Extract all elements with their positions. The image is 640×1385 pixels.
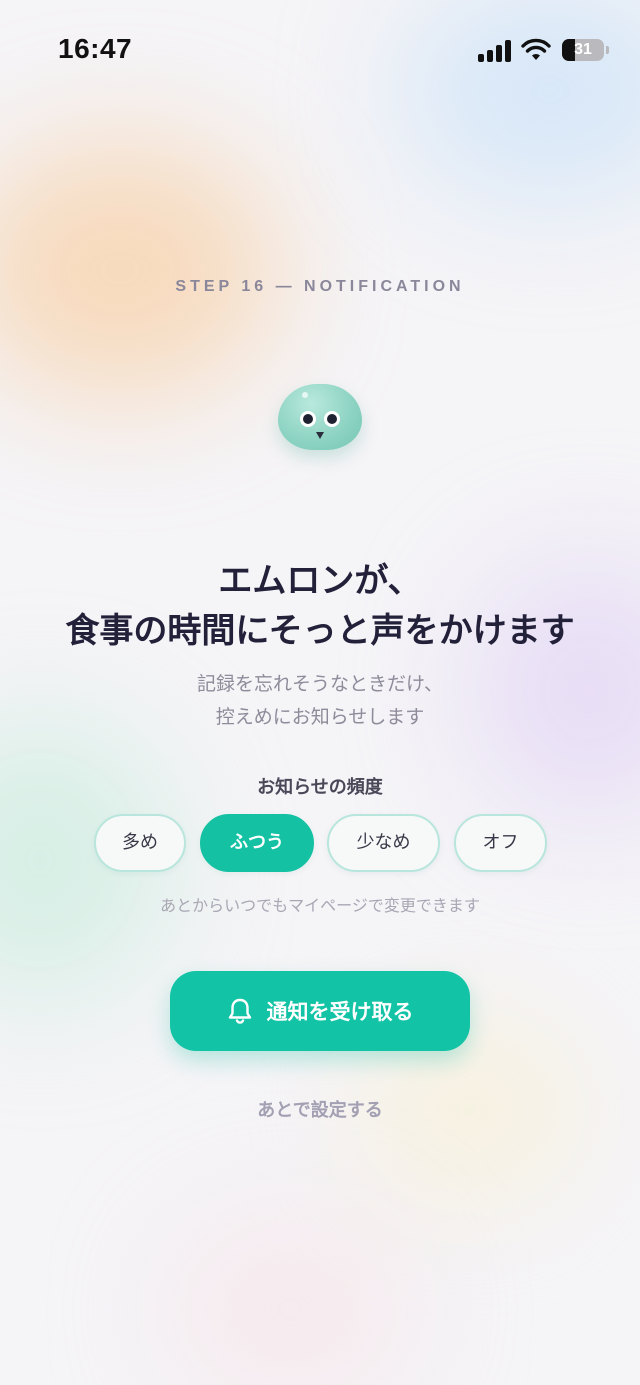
notification-onboarding-screen: 16:47 31 STEP 16 — NOTIFICATION エムロンが、 食…	[0, 0, 640, 1385]
wifi-icon	[521, 38, 551, 60]
frequency-note: あとからいつでもマイページで変更できます	[160, 896, 480, 915]
receive-notifications-button[interactable]: 通知を受け取る	[170, 971, 470, 1051]
cellular-signal-icon	[478, 40, 512, 62]
background-blob	[0, 140, 280, 400]
battery-icon: 31	[562, 39, 604, 61]
step-label: STEP 16 — NOTIFICATION	[175, 278, 465, 295]
frequency-option-many[interactable]: 多め	[94, 814, 186, 872]
page-title: エムロンが、 食事の時間にそっと声をかけます	[0, 556, 640, 656]
bell-icon	[228, 998, 251, 1024]
title-line-2: 食事の時間にそっと声をかけます	[65, 611, 575, 651]
frequency-options: 多め ふつう 少なめ オフ	[0, 814, 640, 872]
set-later-link[interactable]: あとで設定する	[0, 1096, 640, 1122]
description-line-1: 記録を忘れそうなときだけ、	[196, 673, 444, 695]
status-time: 16:47	[58, 33, 133, 64]
frequency-label: お知らせの頻度	[257, 777, 383, 798]
description-line-2: 控えめにお知らせします	[215, 706, 425, 728]
frequency-option-few[interactable]: 少なめ	[327, 814, 440, 872]
mascot-bird-icon	[278, 384, 362, 450]
battery-cap	[606, 46, 609, 54]
receive-notifications-label: 通知を受け取る	[266, 1000, 414, 1024]
status-bar: 16:47 31	[0, 0, 640, 100]
title-line-1: エムロンが、	[218, 561, 422, 601]
frequency-option-normal[interactable]: ふつう	[200, 814, 314, 872]
background-blob	[170, 1220, 410, 1385]
frequency-option-off[interactable]: オフ	[454, 814, 547, 872]
description: 記録を忘れそうなときだけ、 控えめにお知らせします	[0, 668, 640, 734]
battery-level: 31	[574, 41, 592, 58]
